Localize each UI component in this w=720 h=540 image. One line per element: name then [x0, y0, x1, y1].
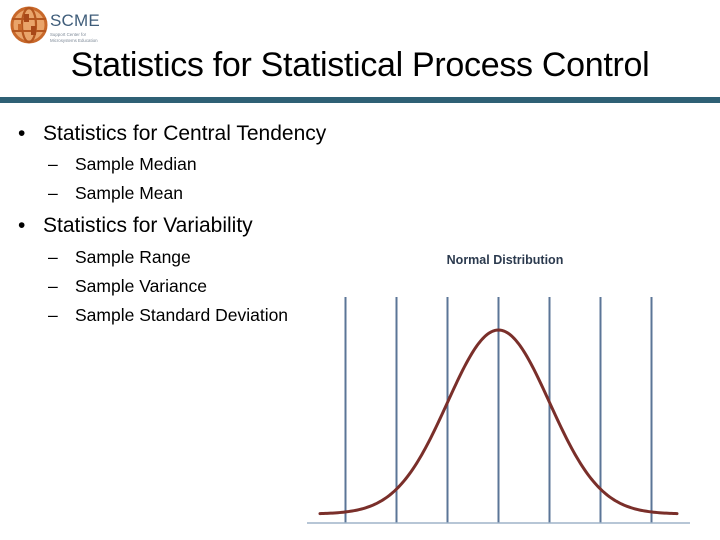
chart-title: Normal Distribution	[447, 253, 564, 267]
normal-distribution-chart: Normal Distribution	[307, 253, 690, 524]
